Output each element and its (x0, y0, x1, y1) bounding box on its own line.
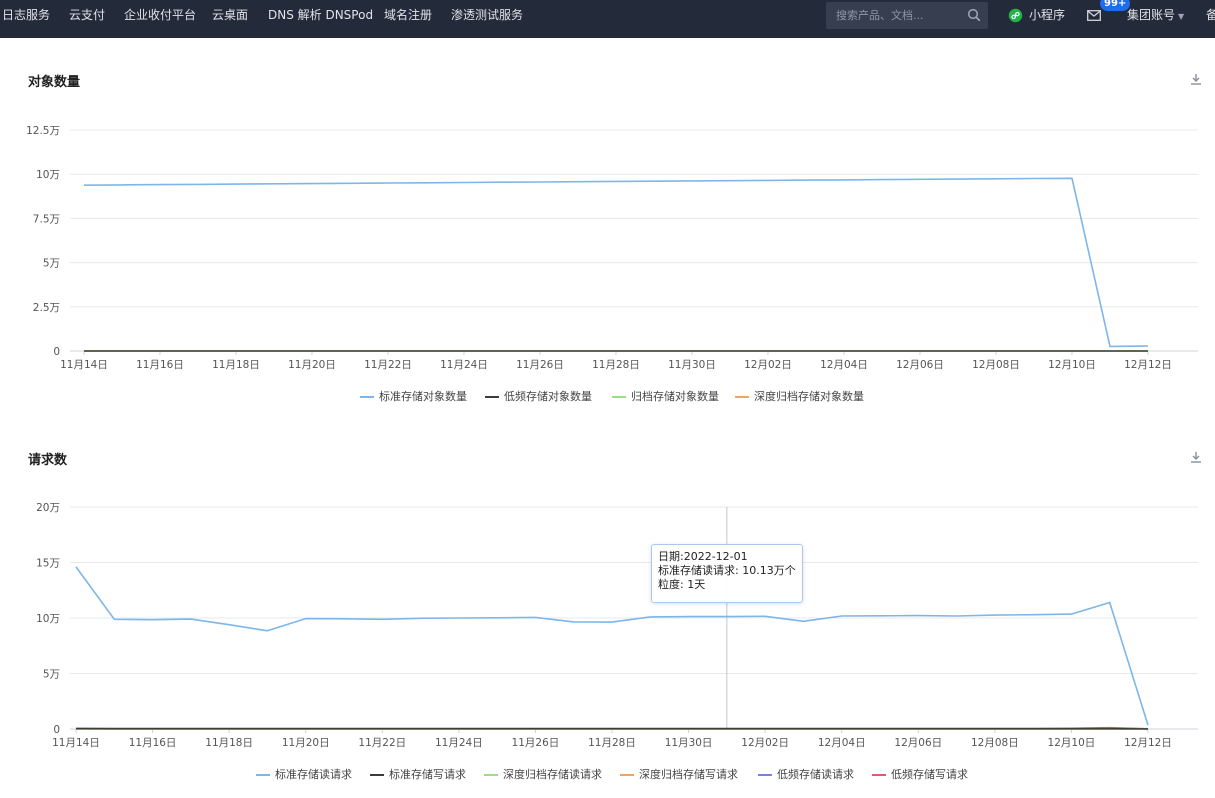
legend-swatch (370, 774, 384, 776)
requests-chart-legend: 标准存储读请求 标准存储写请求 深度归档存储读请求 深度归档存储写请求 低频存储读请求 低… (0, 768, 1215, 782)
x-tick-label: 11月14日 (52, 737, 100, 749)
x-tick-label: 11月30日 (665, 737, 713, 749)
legend-item[interactable]: 标准存储写请求 (370, 768, 474, 782)
legend-label: 低频存储读请求 (777, 768, 854, 781)
x-tick-label: 12月12日 (1124, 737, 1172, 749)
x-tick-label: 11月16日 (129, 737, 177, 749)
y-tick-label: 15万 (36, 558, 60, 570)
x-tick-label: 12月08日 (971, 737, 1019, 749)
legend-item[interactable]: 标准存储读请求 (256, 768, 360, 782)
legend-label: 深度归档存储写请求 (639, 768, 738, 781)
legend-swatch (484, 774, 498, 776)
tooltip-value: 标准存储读请求: 10.13万个 (658, 564, 796, 577)
y-tick-label: 0 (53, 724, 60, 736)
legend-swatch (872, 774, 886, 776)
x-tick-label: 12月10日 (1048, 737, 1096, 749)
x-tick-label: 11月18日 (205, 737, 253, 749)
x-tick-label: 12月06日 (894, 737, 942, 749)
y-tick-label: 20万 (36, 502, 60, 514)
chart-tooltip: 日期:2022-12-01 标准存储读请求: 10.13万个 粒度: 1天 (651, 544, 803, 603)
x-tick-label: 11月22日 (358, 737, 406, 749)
series-line[interactable] (75, 566, 1149, 726)
legend-swatch (256, 774, 270, 776)
x-tick-label: 11月26日 (512, 737, 560, 749)
legend-item[interactable]: 低频存储写请求 (872, 768, 976, 782)
legend-item[interactable]: 深度归档存储写请求 (620, 768, 748, 782)
tooltip-date: 日期:2022-12-01 (658, 550, 748, 563)
legend-label: 标准存储写请求 (389, 768, 466, 781)
legend-item[interactable]: 低频存储读请求 (758, 768, 862, 782)
x-tick-label: 11月28日 (588, 737, 636, 749)
y-tick-label: 10万 (36, 613, 60, 625)
x-tick-label: 12月04日 (818, 737, 866, 749)
x-tick-label: 12月02日 (741, 737, 789, 749)
y-tick-label: 5万 (43, 669, 60, 681)
legend-item[interactable]: 深度归档存储读请求 (484, 768, 610, 782)
x-tick-label: 11月24日 (435, 737, 483, 749)
requests-line-chart: 0 5万 10万 15万 20万 11月14日 11月16日 11月18日 11月20日 11月2… (36, 502, 1198, 749)
legend-label: 低频存储写请求 (891, 768, 968, 781)
tooltip-granularity: 粒度: 1天 (658, 578, 706, 591)
legend-swatch (758, 774, 772, 776)
x-tick-label: 11月20日 (282, 737, 330, 749)
legend-label: 深度归档存储读请求 (503, 768, 602, 781)
legend-label: 标准存储读请求 (275, 768, 352, 781)
legend-swatch (620, 774, 634, 776)
